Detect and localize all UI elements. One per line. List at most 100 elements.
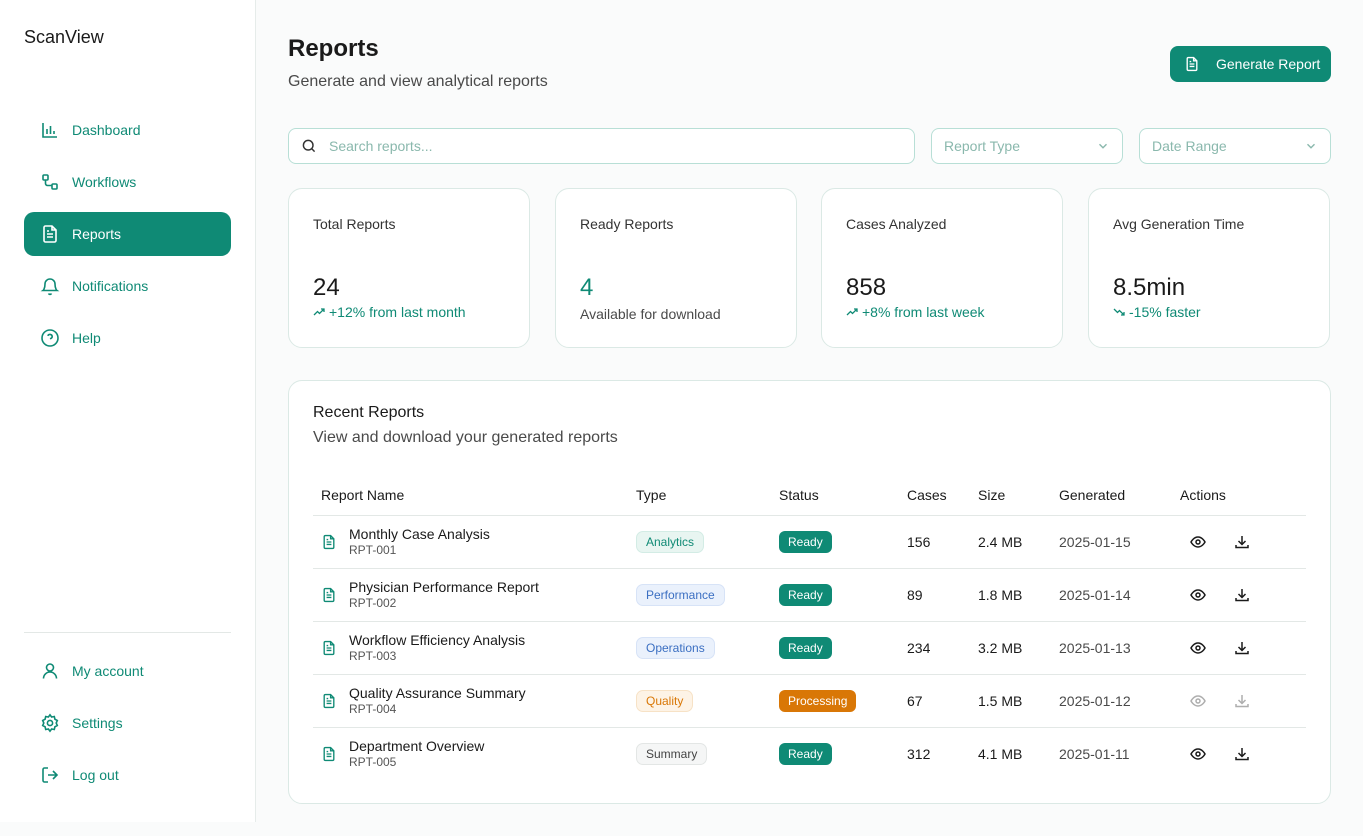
stat-label: Avg Generation Time	[1113, 216, 1245, 232]
row-actions	[1180, 746, 1306, 762]
search-input[interactable]	[329, 138, 889, 154]
view-button[interactable]	[1190, 587, 1206, 603]
page-title: Reports	[288, 35, 379, 62]
card-title: Recent Reports	[313, 404, 425, 421]
eye-icon	[1190, 641, 1206, 654]
report-id: RPT-005	[349, 754, 397, 769]
sidebar-item-label: Reports	[72, 226, 122, 242]
sidebar-item-notifications[interactable]: Notifications	[24, 264, 231, 308]
main-content: Reports Generate and view analytical rep…	[256, 0, 1363, 836]
stat-label: Ready Reports	[580, 216, 674, 232]
download-icon	[1235, 641, 1249, 654]
download-button[interactable]	[1234, 746, 1250, 762]
cases-value: 89	[899, 568, 970, 622]
bar-chart-icon	[40, 120, 60, 140]
view-button[interactable]	[1190, 640, 1206, 656]
account-nav: My account Settings Log out	[24, 649, 231, 805]
sidebar-item-label: Notifications	[72, 278, 149, 294]
download-button[interactable]	[1234, 640, 1250, 656]
report-id: RPT-003	[349, 648, 397, 663]
download-icon	[1235, 747, 1249, 760]
file-text-icon	[40, 224, 60, 244]
size-value: 1.8 MB	[970, 568, 1051, 622]
view-button[interactable]	[1190, 534, 1206, 550]
generate-report-button[interactable]: Generate Report	[1170, 46, 1331, 82]
sidebar-item-label: Help	[72, 330, 101, 346]
search-box	[288, 128, 915, 164]
view-button[interactable]	[1190, 746, 1206, 762]
sidebar-item-help[interactable]: Help	[24, 316, 231, 360]
table-row: Monthly Case Analysis RPT-001 Analytics …	[313, 515, 1306, 569]
sidebar-item-my-account[interactable]: My account	[24, 649, 231, 693]
generate-report-label: Generate Report	[1216, 56, 1321, 72]
workflow-icon	[40, 172, 60, 192]
download-icon	[1235, 588, 1249, 601]
date-range-value: Date Range	[1152, 138, 1227, 154]
generated-date: 2025-01-11	[1059, 745, 1130, 762]
sidebar-item-label: Workflows	[72, 174, 137, 190]
generated-date: 2025-01-14	[1051, 568, 1172, 622]
column-header[interactable]: Type	[628, 475, 771, 516]
download-button	[1234, 693, 1250, 709]
report-name: Workflow Efficiency Analysis	[349, 631, 526, 648]
main-nav: Dashboard Workflows Reports Notification…	[24, 108, 231, 368]
column-header[interactable]: Size	[970, 475, 1051, 516]
status-badge: Ready	[779, 636, 832, 659]
row-actions	[1180, 693, 1306, 709]
stat-value: 24	[313, 274, 340, 301]
row-actions	[1180, 587, 1306, 603]
sidebar-item-reports[interactable]: Reports	[24, 212, 231, 256]
view-button	[1190, 693, 1206, 709]
report-type-select[interactable]: Report Type	[931, 128, 1123, 164]
recent-reports-card: Recent Reports View and download your ge…	[288, 380, 1331, 804]
report-id: RPT-004	[349, 701, 397, 716]
generated-date: 2025-01-15	[1051, 515, 1172, 569]
sidebar-divider	[24, 632, 231, 633]
sidebar-item-logout[interactable]: Log out	[24, 753, 231, 797]
stat-note: -15% faster	[1113, 304, 1201, 320]
column-header[interactable]: Generated	[1051, 475, 1172, 516]
sidebar-item-workflows[interactable]: Workflows	[24, 160, 231, 204]
trend-down-icon	[1113, 308, 1125, 316]
size-value: 4.1 MB	[978, 745, 1023, 762]
file-text-icon	[323, 534, 335, 549]
table-row: Physician Performance Report RPT-002 Per…	[313, 568, 1306, 622]
report-name-cell: Physician Performance Report RPT-002	[321, 579, 628, 611]
download-icon	[1235, 694, 1249, 707]
chevron-down-icon	[1307, 143, 1315, 149]
type-badge: Summary	[636, 742, 708, 765]
date-range-select[interactable]: Date Range	[1139, 128, 1331, 164]
column-header[interactable]: Status	[771, 475, 899, 516]
sidebar-item-settings[interactable]: Settings	[24, 701, 231, 745]
report-type-value: Report Type	[944, 138, 1021, 154]
column-header[interactable]: Cases	[899, 475, 970, 516]
table-row: Department Overview RPT-005 Summary Read…	[313, 727, 1306, 780]
cases-value: 156	[899, 515, 970, 569]
report-id: RPT-001	[349, 542, 397, 557]
status-badge: Processing	[779, 689, 857, 712]
stat-note: +12% from last month	[313, 304, 466, 320]
size-value: 3.2 MB	[970, 621, 1051, 675]
eye-icon	[1190, 535, 1206, 548]
sidebar-item-dashboard[interactable]: Dashboard	[24, 108, 231, 152]
report-name: Department Overview	[349, 737, 485, 754]
page-subtitle: Generate and view analytical reports	[288, 73, 548, 90]
download-button[interactable]	[1234, 587, 1250, 603]
column-header: Actions	[1172, 475, 1306, 516]
stat-card-avg-generation-time: Avg Generation Time 8.5min -15% faster	[1088, 188, 1330, 348]
brand-logo: ScanView	[24, 27, 104, 47]
trend-up-icon	[846, 308, 858, 316]
cases-value: 234	[899, 621, 970, 675]
eye-icon	[1190, 747, 1206, 760]
stat-value: 858	[846, 274, 887, 301]
user-icon	[40, 661, 60, 681]
column-header[interactable]: Report Name	[313, 475, 628, 516]
stat-note: +8% from last week	[846, 304, 985, 320]
download-button[interactable]	[1234, 534, 1250, 550]
report-name-cell: Monthly Case Analysis RPT-001	[321, 526, 628, 558]
file-text-icon	[1186, 56, 1198, 72]
help-circle-icon	[40, 328, 60, 348]
file-text-icon	[323, 693, 335, 708]
size-value: 2.4 MB	[970, 515, 1051, 569]
report-name: Physician Performance Report	[349, 578, 539, 595]
